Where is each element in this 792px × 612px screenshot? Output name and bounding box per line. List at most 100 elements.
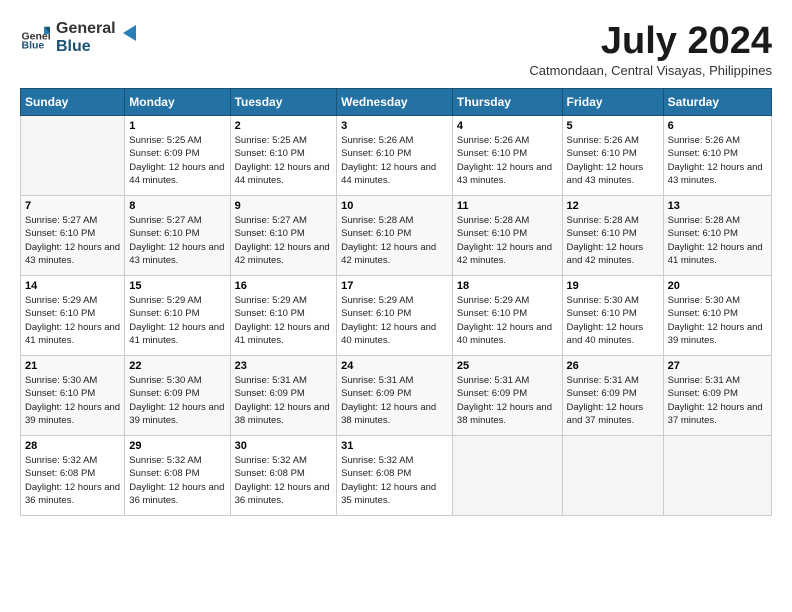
cell-details: Sunrise: 5:27 AMSunset: 6:10 PMDaylight:… xyxy=(25,214,120,267)
calendar-cell: 8 Sunrise: 5:27 AMSunset: 6:10 PMDayligh… xyxy=(125,196,230,276)
header-monday: Monday xyxy=(125,89,230,116)
day-number: 24 xyxy=(341,360,448,372)
day-number: 29 xyxy=(129,440,225,452)
cell-details: Sunrise: 5:26 AMSunset: 6:10 PMDaylight:… xyxy=(567,134,659,187)
cell-details: Sunrise: 5:28 AMSunset: 6:10 PMDaylight:… xyxy=(668,214,767,267)
cell-details: Sunrise: 5:32 AMSunset: 6:08 PMDaylight:… xyxy=(341,454,448,507)
day-number: 13 xyxy=(668,200,767,212)
cell-details: Sunrise: 5:28 AMSunset: 6:10 PMDaylight:… xyxy=(567,214,659,267)
cell-details: Sunrise: 5:29 AMSunset: 6:10 PMDaylight:… xyxy=(457,294,558,347)
week-row-3: 14 Sunrise: 5:29 AMSunset: 6:10 PMDaylig… xyxy=(21,276,772,356)
day-number: 3 xyxy=(341,120,448,132)
day-number: 22 xyxy=(129,360,225,372)
cell-details: Sunrise: 5:31 AMSunset: 6:09 PMDaylight:… xyxy=(457,374,558,427)
day-number: 27 xyxy=(668,360,767,372)
calendar-cell: 1 Sunrise: 5:25 AMSunset: 6:09 PMDayligh… xyxy=(125,116,230,196)
calendar-cell: 4 Sunrise: 5:26 AMSunset: 6:10 PMDayligh… xyxy=(452,116,562,196)
cell-details: Sunrise: 5:32 AMSunset: 6:08 PMDaylight:… xyxy=(235,454,333,507)
calendar-cell: 17 Sunrise: 5:29 AMSunset: 6:10 PMDaylig… xyxy=(337,276,453,356)
calendar-cell: 3 Sunrise: 5:26 AMSunset: 6:10 PMDayligh… xyxy=(337,116,453,196)
header-tuesday: Tuesday xyxy=(230,89,337,116)
week-row-2: 7 Sunrise: 5:27 AMSunset: 6:10 PMDayligh… xyxy=(21,196,772,276)
cell-details: Sunrise: 5:26 AMSunset: 6:10 PMDaylight:… xyxy=(341,134,448,187)
cell-details: Sunrise: 5:29 AMSunset: 6:10 PMDaylight:… xyxy=(235,294,333,347)
cell-details: Sunrise: 5:29 AMSunset: 6:10 PMDaylight:… xyxy=(341,294,448,347)
calendar-cell: 23 Sunrise: 5:31 AMSunset: 6:09 PMDaylig… xyxy=(230,356,337,436)
logo-arrow-icon xyxy=(118,22,140,44)
page-header: General Blue General Blue July 2024 Catm… xyxy=(20,20,772,78)
cell-details: Sunrise: 5:30 AMSunset: 6:10 PMDaylight:… xyxy=(668,294,767,347)
title-section: July 2024 Catmondaan, Central Visayas, P… xyxy=(529,20,772,78)
week-row-5: 28 Sunrise: 5:32 AMSunset: 6:08 PMDaylig… xyxy=(21,436,772,516)
cell-details: Sunrise: 5:30 AMSunset: 6:10 PMDaylight:… xyxy=(567,294,659,347)
day-number: 2 xyxy=(235,120,333,132)
calendar-cell: 24 Sunrise: 5:31 AMSunset: 6:09 PMDaylig… xyxy=(337,356,453,436)
calendar-cell: 18 Sunrise: 5:29 AMSunset: 6:10 PMDaylig… xyxy=(452,276,562,356)
week-row-1: 1 Sunrise: 5:25 AMSunset: 6:09 PMDayligh… xyxy=(21,116,772,196)
cell-details: Sunrise: 5:32 AMSunset: 6:08 PMDaylight:… xyxy=(129,454,225,507)
logo-icon: General Blue xyxy=(20,23,50,53)
cell-details: Sunrise: 5:25 AMSunset: 6:10 PMDaylight:… xyxy=(235,134,333,187)
cell-details: Sunrise: 5:26 AMSunset: 6:10 PMDaylight:… xyxy=(668,134,767,187)
header-wednesday: Wednesday xyxy=(337,89,453,116)
cell-details: Sunrise: 5:31 AMSunset: 6:09 PMDaylight:… xyxy=(668,374,767,427)
calendar-cell: 12 Sunrise: 5:28 AMSunset: 6:10 PMDaylig… xyxy=(562,196,663,276)
calendar-cell: 29 Sunrise: 5:32 AMSunset: 6:08 PMDaylig… xyxy=(125,436,230,516)
cell-details: Sunrise: 5:31 AMSunset: 6:09 PMDaylight:… xyxy=(235,374,333,427)
day-number: 8 xyxy=(129,200,225,212)
calendar-cell: 30 Sunrise: 5:32 AMSunset: 6:08 PMDaylig… xyxy=(230,436,337,516)
day-number: 14 xyxy=(25,280,120,292)
cell-details: Sunrise: 5:27 AMSunset: 6:10 PMDaylight:… xyxy=(235,214,333,267)
week-row-4: 21 Sunrise: 5:30 AMSunset: 6:10 PMDaylig… xyxy=(21,356,772,436)
day-number: 15 xyxy=(129,280,225,292)
calendar-cell xyxy=(21,116,125,196)
calendar-cell: 5 Sunrise: 5:26 AMSunset: 6:10 PMDayligh… xyxy=(562,116,663,196)
cell-details: Sunrise: 5:29 AMSunset: 6:10 PMDaylight:… xyxy=(129,294,225,347)
cell-details: Sunrise: 5:28 AMSunset: 6:10 PMDaylight:… xyxy=(457,214,558,267)
svg-text:Blue: Blue xyxy=(22,39,45,51)
cell-details: Sunrise: 5:26 AMSunset: 6:10 PMDaylight:… xyxy=(457,134,558,187)
day-number: 21 xyxy=(25,360,120,372)
day-number: 12 xyxy=(567,200,659,212)
day-number: 16 xyxy=(235,280,333,292)
cell-details: Sunrise: 5:29 AMSunset: 6:10 PMDaylight:… xyxy=(25,294,120,347)
day-number: 11 xyxy=(457,200,558,212)
calendar-cell: 16 Sunrise: 5:29 AMSunset: 6:10 PMDaylig… xyxy=(230,276,337,356)
calendar-cell xyxy=(452,436,562,516)
cell-details: Sunrise: 5:30 AMSunset: 6:10 PMDaylight:… xyxy=(25,374,120,427)
logo-general-text: General xyxy=(56,20,116,38)
calendar-cell: 28 Sunrise: 5:32 AMSunset: 6:08 PMDaylig… xyxy=(21,436,125,516)
calendar-cell: 21 Sunrise: 5:30 AMSunset: 6:10 PMDaylig… xyxy=(21,356,125,436)
calendar-cell: 19 Sunrise: 5:30 AMSunset: 6:10 PMDaylig… xyxy=(562,276,663,356)
day-number: 25 xyxy=(457,360,558,372)
calendar-cell: 14 Sunrise: 5:29 AMSunset: 6:10 PMDaylig… xyxy=(21,276,125,356)
day-number: 10 xyxy=(341,200,448,212)
day-number: 18 xyxy=(457,280,558,292)
calendar-cell xyxy=(663,436,771,516)
calendar-cell: 20 Sunrise: 5:30 AMSunset: 6:10 PMDaylig… xyxy=(663,276,771,356)
cell-details: Sunrise: 5:25 AMSunset: 6:09 PMDaylight:… xyxy=(129,134,225,187)
calendar-cell: 7 Sunrise: 5:27 AMSunset: 6:10 PMDayligh… xyxy=(21,196,125,276)
header-friday: Friday xyxy=(562,89,663,116)
cell-details: Sunrise: 5:31 AMSunset: 6:09 PMDaylight:… xyxy=(567,374,659,427)
cell-details: Sunrise: 5:30 AMSunset: 6:09 PMDaylight:… xyxy=(129,374,225,427)
day-number: 9 xyxy=(235,200,333,212)
day-number: 26 xyxy=(567,360,659,372)
cell-details: Sunrise: 5:32 AMSunset: 6:08 PMDaylight:… xyxy=(25,454,120,507)
calendar-cell: 6 Sunrise: 5:26 AMSunset: 6:10 PMDayligh… xyxy=(663,116,771,196)
calendar-cell: 31 Sunrise: 5:32 AMSunset: 6:08 PMDaylig… xyxy=(337,436,453,516)
calendar-cell xyxy=(562,436,663,516)
day-number: 4 xyxy=(457,120,558,132)
cell-details: Sunrise: 5:31 AMSunset: 6:09 PMDaylight:… xyxy=(341,374,448,427)
day-number: 17 xyxy=(341,280,448,292)
calendar-cell: 9 Sunrise: 5:27 AMSunset: 6:10 PMDayligh… xyxy=(230,196,337,276)
day-number: 28 xyxy=(25,440,120,452)
calendar-cell: 2 Sunrise: 5:25 AMSunset: 6:10 PMDayligh… xyxy=(230,116,337,196)
calendar-cell: 26 Sunrise: 5:31 AMSunset: 6:09 PMDaylig… xyxy=(562,356,663,436)
header-thursday: Thursday xyxy=(452,89,562,116)
day-number: 23 xyxy=(235,360,333,372)
location-text: Catmondaan, Central Visayas, Philippines xyxy=(529,63,772,78)
calendar-cell: 11 Sunrise: 5:28 AMSunset: 6:10 PMDaylig… xyxy=(452,196,562,276)
day-number: 30 xyxy=(235,440,333,452)
month-year-title: July 2024 xyxy=(529,20,772,63)
